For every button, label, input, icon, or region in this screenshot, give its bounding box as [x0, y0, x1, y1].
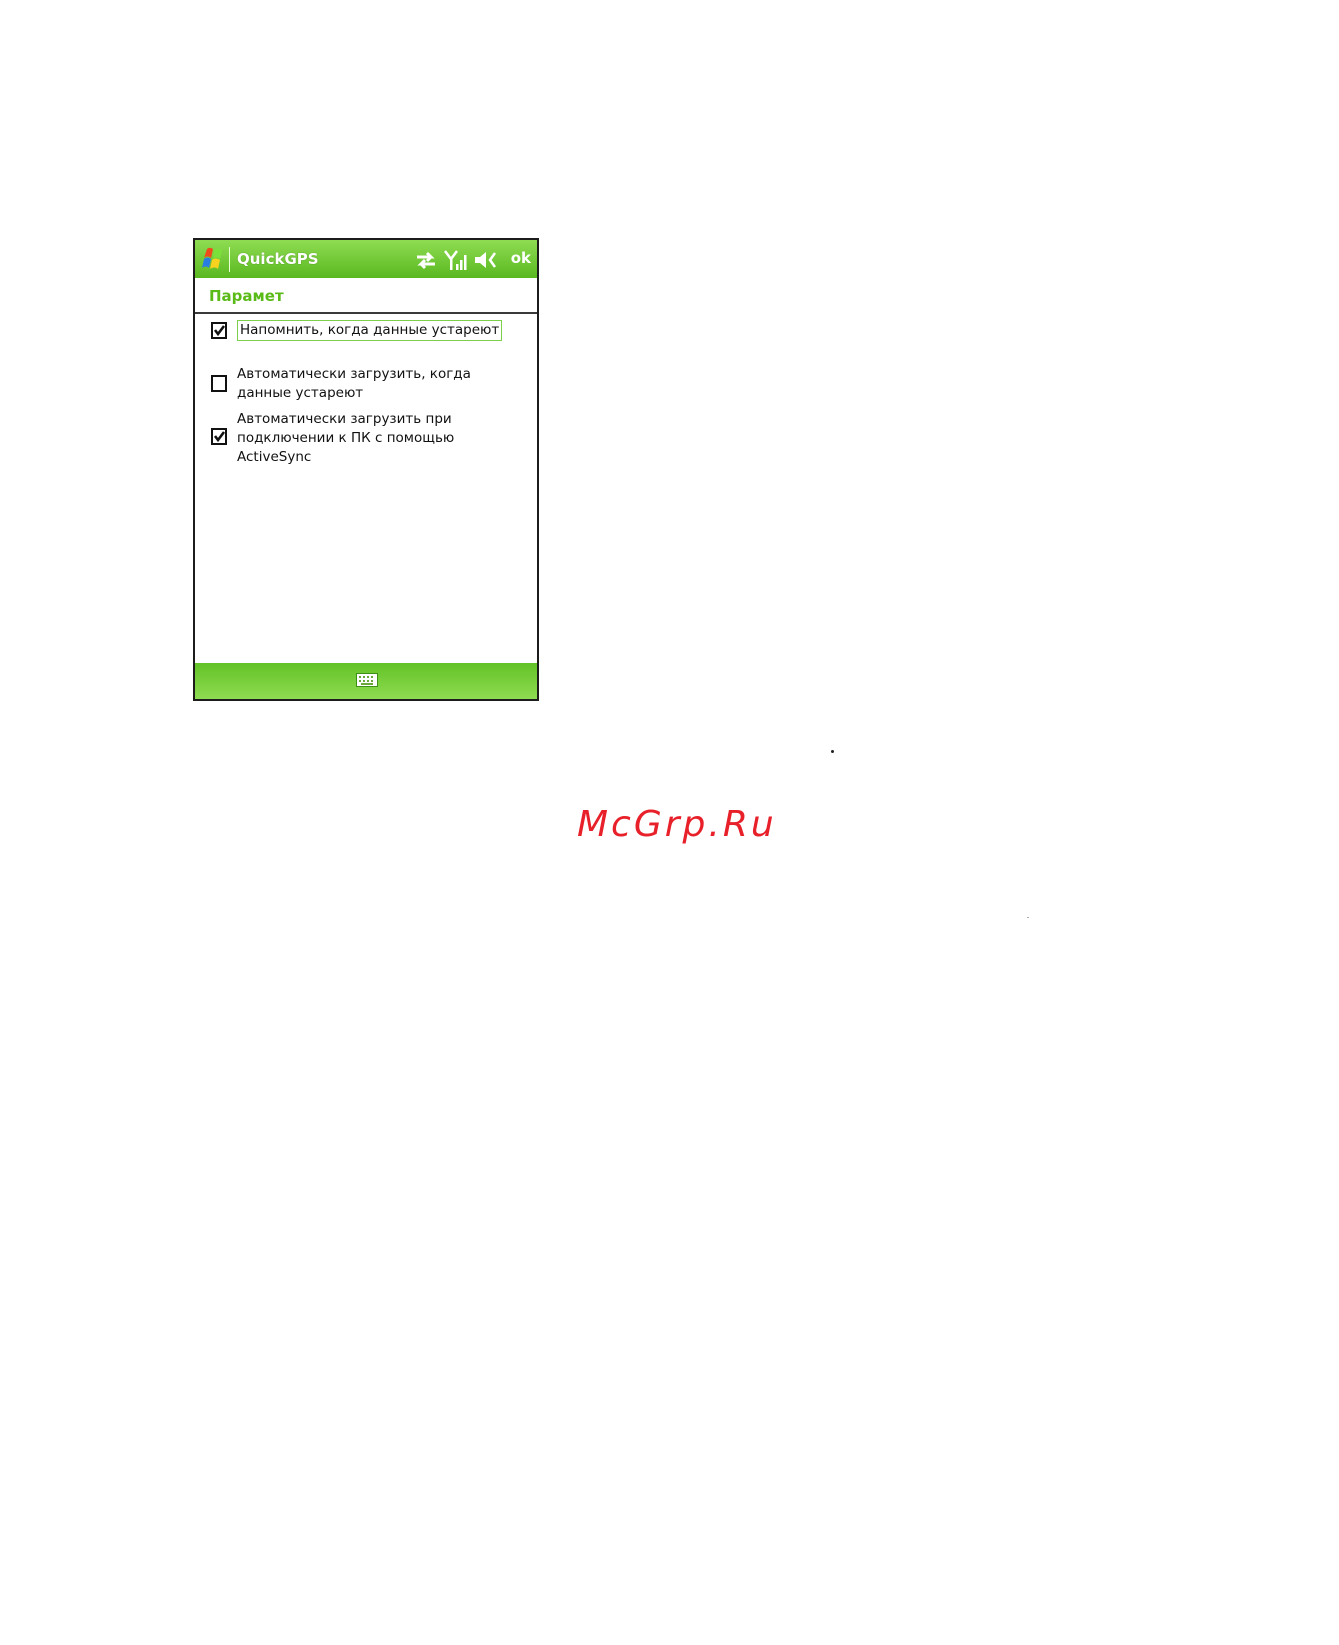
auto-download-when-outdated-option[interactable]: Автоматически загрузить, когда данные ус… — [211, 365, 521, 405]
title-bar: QuickGPS ok — [195, 240, 537, 278]
pda-screen: QuickGPS ok Парамет Напомнить, когда дан… — [193, 238, 539, 701]
ok-button[interactable]: ok — [511, 249, 531, 267]
remind-when-outdated-checkbox[interactable] — [211, 322, 227, 339]
stray-mark — [1027, 917, 1029, 918]
windows-start-icon[interactable] — [200, 245, 226, 273]
header-divider — [195, 312, 537, 314]
checkmark-icon — [213, 431, 226, 443]
page-header: Парамет — [209, 287, 284, 305]
title-separator — [229, 247, 230, 272]
signal-icon[interactable] — [444, 249, 468, 271]
checkmark-icon — [213, 325, 226, 337]
watermark: McGrp.Ru — [577, 804, 777, 845]
option-label-line: данные устареют — [237, 385, 364, 401]
option-label-line: ActiveSync — [237, 449, 312, 465]
option-label-line: Автоматически загрузить, когда — [237, 366, 471, 382]
keyboard-icon[interactable] — [356, 673, 378, 687]
remind-when-outdated-option[interactable]: Напомнить, когда данные устареют — [211, 320, 521, 342]
stray-dot — [831, 750, 834, 753]
auto-download-when-outdated-label: Автоматически загрузить, когда данные ус… — [237, 365, 471, 403]
auto-download-activesync-checkbox[interactable] — [211, 428, 227, 445]
option-label-line: Автоматически загрузить при — [237, 411, 452, 427]
menu-bar — [195, 663, 537, 699]
sync-icon[interactable] — [414, 249, 438, 271]
volume-icon[interactable] — [473, 249, 499, 271]
option-label-line: подключении к ПК с помощью — [237, 430, 455, 446]
auto-download-activesync-option[interactable]: Автоматически загрузить при подключении … — [211, 410, 521, 468]
remind-when-outdated-label: Напомнить, когда данные устареют — [237, 320, 503, 341]
app-title: QuickGPS — [237, 250, 319, 268]
auto-download-activesync-label: Автоматически загрузить при подключении … — [237, 410, 454, 467]
auto-download-when-outdated-checkbox[interactable] — [211, 375, 227, 392]
option-label-line: Напомнить, когда данные устареют — [240, 322, 500, 338]
